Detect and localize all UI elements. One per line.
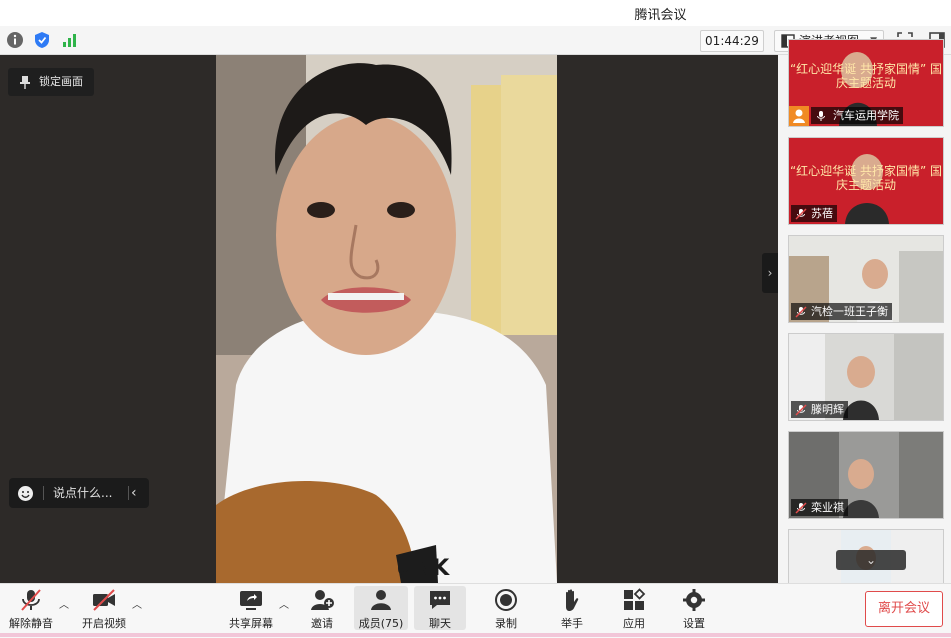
gear-icon xyxy=(683,589,705,611)
share-screen-label: 共享屏幕 xyxy=(229,617,273,630)
share-screen-icon xyxy=(240,591,262,610)
scroll-down-button[interactable]: ⌄ xyxy=(836,550,906,570)
chevron-up-icon[interactable]: ︿ xyxy=(59,596,69,611)
quick-chat-input[interactable]: 说点什么... ‹ xyxy=(9,478,149,508)
members-button[interactable]: 成员(75) xyxy=(354,586,408,630)
window-title: 腾讯会议 xyxy=(634,8,687,23)
participant-name-text: 苏蓓 xyxy=(811,207,833,220)
lock-screen-label: 锁定画面 xyxy=(39,75,83,88)
chevron-up-icon[interactable]: ︿ xyxy=(279,596,289,611)
apps-label: 应用 xyxy=(623,617,645,630)
chevron-down-icon: ⌄ xyxy=(865,553,877,567)
svg-text:UNK: UNK xyxy=(396,556,450,581)
host-icon xyxy=(789,106,809,126)
chevron-up-icon[interactable]: ︿ xyxy=(132,596,142,611)
signal-icon[interactable] xyxy=(61,31,79,49)
mic-muted-icon xyxy=(795,404,807,416)
lock-screen-button[interactable]: 锁定画面 xyxy=(8,68,94,96)
pin-icon xyxy=(20,76,30,89)
title-bar: 腾讯会议 xyxy=(0,0,951,27)
participant-tile[interactable]: “红心迎华诞 共抒家国情” 国庆主题活动 汽车运用学院 xyxy=(788,39,944,127)
chat-placeholder: 说点什么... xyxy=(53,486,113,500)
invite-button[interactable]: 邀请 xyxy=(300,586,344,630)
participant-name-text: 滕明辉 xyxy=(811,403,844,416)
members-icon xyxy=(371,590,391,610)
add-user-icon xyxy=(311,590,334,610)
participant-name-text: 栾业祺 xyxy=(811,501,844,514)
mic-muted-icon xyxy=(795,208,807,220)
raise-hand-button[interactable]: 举手 xyxy=(552,586,592,630)
divider xyxy=(43,486,44,500)
record-icon xyxy=(495,589,517,611)
mic-muted-icon xyxy=(795,502,807,514)
taskbar-strip xyxy=(0,633,951,637)
start-video-button[interactable]: 开启视频 xyxy=(78,586,130,630)
members-label: 成员(75) xyxy=(358,617,404,630)
unmute-label: 解除静音 xyxy=(9,617,53,630)
mic-muted-icon xyxy=(21,589,41,611)
banner-text: “红心迎华诞 共抒家国情” 国庆主题活动 xyxy=(789,164,943,192)
divider xyxy=(128,486,129,500)
collapse-panel-button[interactable]: › xyxy=(762,253,778,293)
apps-icon xyxy=(624,588,646,610)
start-video-label: 开启视频 xyxy=(82,617,126,630)
shield-icon[interactable] xyxy=(33,31,51,49)
participant-tile[interactable]: “红心迎华诞 共抒家国情” 国庆主题活动 苏蓓 xyxy=(788,137,944,225)
participant-tile[interactable]: 栾业祺 xyxy=(788,431,944,519)
emoji-icon[interactable] xyxy=(17,485,34,502)
main-video-area: UNK 锁定画面 说点什么... ‹ xyxy=(0,55,778,583)
banner-text: “红心迎华诞 共抒家国情” 国庆主题活动 xyxy=(789,62,943,90)
participant-name: 滕明辉 xyxy=(791,401,848,418)
participant-name: 汽检一班王子衡 xyxy=(791,303,892,320)
participant-name: 苏蓓 xyxy=(791,205,837,222)
settings-label: 设置 xyxy=(683,617,705,630)
chat-icon xyxy=(430,591,450,609)
participant-name-text: 汽检一班王子衡 xyxy=(811,305,888,318)
participant-tile[interactable]: ⌄ xyxy=(788,529,944,584)
speaker-video-frame: UNK xyxy=(216,55,557,583)
invite-label: 邀请 xyxy=(311,617,333,630)
settings-button[interactable]: 设置 xyxy=(674,586,714,630)
speaker-video: UNK xyxy=(216,55,557,583)
participant-name: 栾业祺 xyxy=(791,499,848,516)
record-label: 录制 xyxy=(495,617,517,630)
share-screen-button[interactable]: 共享屏幕 xyxy=(226,586,276,630)
meeting-duration: 01:44:29 xyxy=(700,30,764,52)
info-icon[interactable] xyxy=(6,31,24,49)
bottom-control-bar: 解除静音 ︿ 开启视频 ︿ 共享屏幕 ︿ 邀请 成员(75) 聊天 录制 举手 … xyxy=(0,583,951,638)
chat-label: 聊天 xyxy=(429,617,451,630)
participant-panel: “红心迎华诞 共抒家国情” 国庆主题活动 汽车运用学院 “红心迎华诞 共抒家国情… xyxy=(778,39,951,584)
video-off-icon xyxy=(93,589,115,611)
record-button[interactable]: 录制 xyxy=(486,586,526,630)
apps-button[interactable]: 应用 xyxy=(614,586,654,630)
participant-name: 汽车运用学院 xyxy=(811,107,903,124)
unmute-button[interactable]: 解除静音 xyxy=(6,586,56,630)
chevron-right-icon: › xyxy=(767,266,773,280)
mic-muted-icon xyxy=(795,306,807,318)
participant-tile[interactable]: 滕明辉 xyxy=(788,333,944,421)
chat-button[interactable]: 聊天 xyxy=(414,586,466,630)
raise-hand-label: 举手 xyxy=(561,617,583,630)
hand-icon xyxy=(566,589,579,611)
participant-name-text: 汽车运用学院 xyxy=(833,109,899,122)
chevron-left-icon[interactable]: ‹ xyxy=(131,478,137,508)
leave-meeting-button[interactable]: 离开会议 xyxy=(865,591,943,627)
microphone-icon xyxy=(817,111,825,121)
participant-tile[interactable]: 汽检一班王子衡 xyxy=(788,235,944,323)
